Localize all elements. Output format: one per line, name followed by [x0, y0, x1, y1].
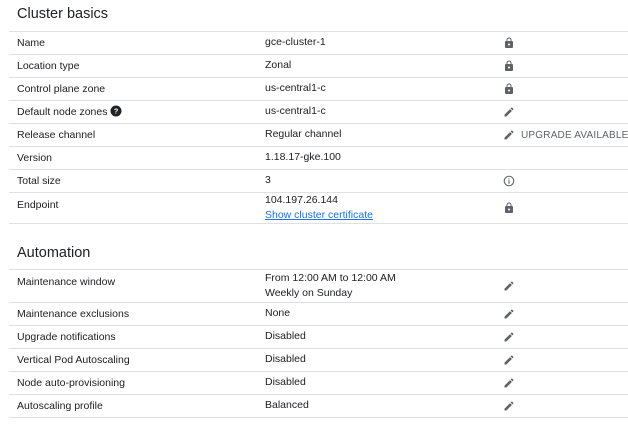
row-value: Regular channel [265, 128, 342, 140]
row-label: Default node zones [17, 106, 108, 118]
edit-icon[interactable] [503, 308, 515, 320]
edit-icon[interactable] [503, 400, 515, 412]
row-version: Version 1.18.17-gke.100 [9, 146, 628, 169]
row-label: Location type [17, 60, 80, 72]
edit-icon[interactable] [503, 377, 515, 389]
upgrade-available-button[interactable]: UPGRADE AVAILABLE [503, 129, 628, 141]
row-value: 1.18.17-gke.100 [265, 151, 341, 163]
row-label: Node auto-provisioning [17, 377, 125, 389]
row-value: Zonal [265, 59, 292, 71]
row-maintenance-window: Maintenance window From 12:00 AM to 12:0… [9, 269, 628, 302]
lock-icon [503, 37, 515, 49]
row-value: us-central1-c [265, 105, 326, 117]
row-label: Control plane zone [17, 83, 106, 95]
edit-icon[interactable] [503, 331, 515, 343]
row-name: Name gce-cluster-1 [9, 31, 628, 54]
lock-icon [503, 83, 515, 95]
svg-text:?: ? [114, 107, 119, 116]
row-value-group: 104.197.26.144 Show cluster certificate [265, 193, 373, 223]
row-value: Disabled [265, 330, 306, 342]
row-control-plane-zone: Control plane zone us-central1-c [9, 77, 628, 100]
row-label: Name [17, 37, 46, 49]
edit-icon [504, 130, 514, 140]
row-label: Version [17, 152, 53, 164]
edit-icon[interactable] [503, 280, 515, 292]
info-icon[interactable] [503, 175, 515, 187]
endpoint-ip: 104.197.26.144 [265, 194, 338, 206]
row-endpoint: Endpoint 104.197.26.144 Show cluster cer… [9, 192, 628, 224]
row-value: 3 [265, 174, 271, 186]
maintenance-window-recurrence: Weekly on Sunday [265, 287, 353, 299]
show-cluster-certificate-link[interactable]: Show cluster certificate [265, 208, 373, 223]
row-vertical-pod-autoscaling: Vertical Pod Autoscaling Disabled [9, 348, 628, 371]
row-default-node-zones: Default node zones ? us-central1-c [9, 100, 628, 123]
row-value-group: From 12:00 AM to 12:00 AM Weekly on Sund… [265, 271, 396, 301]
edit-icon[interactable] [503, 106, 515, 118]
row-value: Balanced [265, 399, 309, 411]
help-icon[interactable]: ? [110, 105, 122, 120]
row-label: Release channel [17, 129, 96, 141]
row-value: Disabled [265, 376, 306, 388]
row-label: Vertical Pod Autoscaling [17, 354, 130, 366]
row-value: Disabled [265, 353, 306, 365]
edit-icon[interactable] [503, 354, 515, 366]
row-value: None [265, 307, 291, 319]
section-title-automation: Automation [17, 245, 91, 261]
row-value: gce-cluster-1 [265, 36, 326, 48]
row-label: Maintenance window [17, 276, 116, 288]
lock-icon [503, 60, 515, 72]
row-node-auto-provisioning: Node auto-provisioning Disabled [9, 371, 628, 394]
row-value: us-central1-c [265, 82, 326, 94]
row-total-size: Total size 3 [9, 169, 628, 192]
upgrade-available-label: UPGRADE AVAILABLE [521, 129, 628, 141]
row-maintenance-exclusions: Maintenance exclusions None [9, 302, 628, 325]
row-label: Autoscaling profile [17, 400, 103, 412]
maintenance-window-time: From 12:00 AM to 12:00 AM [265, 272, 396, 284]
row-label: Total size [17, 175, 61, 187]
lock-icon [503, 202, 515, 214]
row-autoscaling-profile: Autoscaling profile Balanced [9, 394, 628, 418]
row-release-channel: Release channel Regular channel UPGRADE … [9, 123, 628, 146]
row-location-type: Location type Zonal [9, 54, 628, 77]
section-title-cluster-basics: Cluster basics [17, 6, 109, 22]
row-label: Endpoint [17, 199, 59, 211]
row-upgrade-notifications: Upgrade notifications Disabled [9, 325, 628, 348]
row-label: Maintenance exclusions [17, 308, 130, 320]
row-label: Upgrade notifications [17, 331, 116, 343]
